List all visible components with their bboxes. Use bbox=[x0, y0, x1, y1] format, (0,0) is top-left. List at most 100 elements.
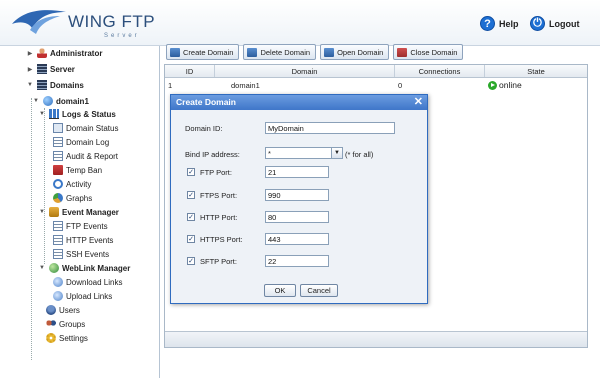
tree-item-domains[interactable]: ▼ Domains bbox=[26, 80, 84, 90]
open-domain-button[interactable]: Open Domain bbox=[320, 44, 390, 60]
tree-item-ftp-events[interactable]: FTP Events bbox=[53, 221, 108, 231]
tree-item-event-manager[interactable]: ▼ Event Manager bbox=[38, 207, 119, 217]
tree-item-upload-links[interactable]: Upload Links bbox=[53, 291, 112, 301]
domain-globe-icon bbox=[43, 96, 53, 106]
tree-item-label: WebLink Manager bbox=[62, 263, 131, 273]
logout-link[interactable]: ⏻ Logout bbox=[530, 16, 580, 31]
chevron-right-icon: ▶ bbox=[27, 50, 33, 57]
tree-item-label: Users bbox=[59, 305, 80, 315]
tree-item-label: Settings bbox=[59, 333, 88, 343]
tree-item-label: Temp Ban bbox=[66, 165, 103, 175]
event-icon bbox=[53, 249, 63, 259]
sftp-port-input[interactable] bbox=[265, 255, 329, 267]
help-icon: ? bbox=[480, 16, 495, 31]
event-icon bbox=[53, 235, 63, 245]
https-port-label: HTTPS Port: bbox=[200, 235, 243, 244]
tree-item-settings[interactable]: Settings bbox=[46, 333, 88, 343]
https-port-input[interactable] bbox=[265, 233, 329, 245]
chevron-down-icon: ▼ bbox=[39, 209, 45, 215]
logo-subtext: Server bbox=[104, 33, 140, 39]
dialog-titlebar[interactable]: Create Domain ✕ bbox=[171, 95, 427, 110]
ftps-port-checkbox[interactable]: ✓ bbox=[187, 191, 195, 199]
tree-item-download-links[interactable]: Download Links bbox=[53, 277, 122, 287]
tree-item-label: Upload Links bbox=[66, 291, 113, 301]
bind-ip-select[interactable]: * ▼ bbox=[265, 147, 343, 159]
ftp-port-input[interactable] bbox=[265, 166, 329, 178]
weblink-globe-icon bbox=[49, 263, 59, 273]
create-domain-dialog: Create Domain ✕ Domain ID: Bind IP addre… bbox=[170, 94, 428, 304]
chart-icon bbox=[49, 109, 59, 119]
tree-item-label: Audit & Report bbox=[66, 151, 119, 161]
chevron-down-icon: ▼ bbox=[39, 111, 45, 117]
tree-item-activity[interactable]: Activity bbox=[53, 179, 91, 189]
ftps-port-input[interactable] bbox=[265, 189, 329, 201]
tree-item-users[interactable]: Users bbox=[46, 305, 80, 315]
delete-domain-icon bbox=[247, 47, 258, 57]
tree-item-label: Domain Log bbox=[66, 137, 110, 147]
tree-item-ssh-events[interactable]: SSH Events bbox=[53, 249, 109, 259]
tree-item-label: Groups bbox=[59, 319, 86, 329]
open-domain-icon bbox=[324, 47, 335, 57]
chevron-down-icon[interactable]: ▼ bbox=[331, 147, 343, 159]
ban-icon bbox=[53, 165, 63, 175]
column-header-domain[interactable]: Domain bbox=[215, 65, 395, 77]
tree-item-domain-status[interactable]: Domain Status bbox=[53, 123, 118, 133]
https-port-checkbox[interactable]: ✓ bbox=[187, 235, 195, 243]
chevron-down-icon: ▼ bbox=[27, 82, 33, 88]
sftp-port-checkbox[interactable]: ✓ bbox=[187, 257, 195, 265]
help-link[interactable]: ? Help bbox=[480, 16, 519, 31]
event-manager-icon bbox=[49, 207, 59, 217]
report-icon bbox=[53, 151, 63, 161]
domains-icon bbox=[37, 80, 47, 90]
tree-item-label: Event Manager bbox=[62, 207, 119, 217]
http-port-checkbox[interactable]: ✓ bbox=[187, 213, 195, 221]
bind-ip-label: Bind IP address: bbox=[185, 150, 240, 159]
table-header: ID Domain Connections State bbox=[165, 65, 587, 78]
tree-item-weblink-manager[interactable]: ▼ WebLink Manager bbox=[38, 263, 130, 273]
ftp-port-checkbox[interactable]: ✓ bbox=[187, 168, 195, 176]
create-domain-button[interactable]: Create Domain bbox=[166, 44, 240, 60]
wing-ftp-logo: WING FTP Server bbox=[10, 6, 170, 40]
create-domain-label: Create Domain bbox=[183, 47, 234, 57]
tree-item-domain1[interactable]: ▼ domain1 bbox=[32, 96, 89, 106]
bind-ip-hint: (* for all) bbox=[345, 150, 374, 159]
table-row[interactable]: 1 domain1 0 online bbox=[165, 78, 587, 92]
cancel-button[interactable]: Cancel bbox=[300, 284, 338, 297]
tree-item-administrator[interactable]: ▶ Administrator bbox=[26, 48, 102, 58]
tree-item-graphs[interactable]: Graphs bbox=[53, 193, 92, 203]
navigation-tree: ▶ Administrator ▶ Server ▼ Domains ▼ dom… bbox=[0, 46, 160, 378]
tree-item-label: domain1 bbox=[56, 96, 89, 106]
tree-item-temp-ban[interactable]: Temp Ban bbox=[53, 165, 102, 175]
ok-button[interactable]: OK bbox=[264, 284, 296, 297]
cell-id: 1 bbox=[168, 80, 173, 90]
domain-toolbar: Create Domain Delete Domain Open Domain … bbox=[164, 44, 600, 62]
open-domain-label: Open Domain bbox=[337, 47, 384, 57]
status-icon bbox=[53, 123, 63, 133]
ftp-port-label: FTP Port: bbox=[200, 168, 232, 177]
tree-item-label: SSH Events bbox=[66, 249, 110, 259]
domain-id-input[interactable] bbox=[265, 122, 395, 134]
logo-text: WING FTP bbox=[68, 12, 156, 31]
tree-item-groups[interactable]: Groups bbox=[46, 319, 85, 329]
ftps-port-label: FTPS Port: bbox=[200, 191, 238, 200]
close-domain-label: Close Domain bbox=[410, 47, 458, 57]
close-domain-button[interactable]: Close Domain bbox=[393, 44, 464, 60]
tree-item-http-events[interactable]: HTTP Events bbox=[53, 235, 113, 245]
wing-logo-icon bbox=[12, 10, 66, 34]
column-header-id[interactable]: ID bbox=[165, 65, 215, 77]
close-icon[interactable]: ✕ bbox=[414, 95, 423, 110]
http-port-input[interactable] bbox=[265, 211, 329, 223]
column-header-connections[interactable]: Connections bbox=[395, 65, 485, 77]
chevron-right-icon: ▶ bbox=[27, 66, 33, 73]
table-footer bbox=[165, 331, 587, 347]
chevron-down-icon: ▼ bbox=[33, 98, 39, 104]
sftp-port-label: SFTP Port: bbox=[200, 257, 237, 266]
event-icon bbox=[53, 221, 63, 231]
graph-icon bbox=[53, 193, 63, 203]
tree-item-audit-report[interactable]: Audit & Report bbox=[53, 151, 118, 161]
tree-item-logs-status[interactable]: ▼ Logs & Status bbox=[38, 109, 116, 119]
tree-item-domain-log[interactable]: Domain Log bbox=[53, 137, 109, 147]
column-header-state[interactable]: State bbox=[485, 65, 587, 77]
delete-domain-button[interactable]: Delete Domain bbox=[243, 44, 317, 60]
tree-item-server[interactable]: ▶ Server bbox=[26, 64, 75, 74]
